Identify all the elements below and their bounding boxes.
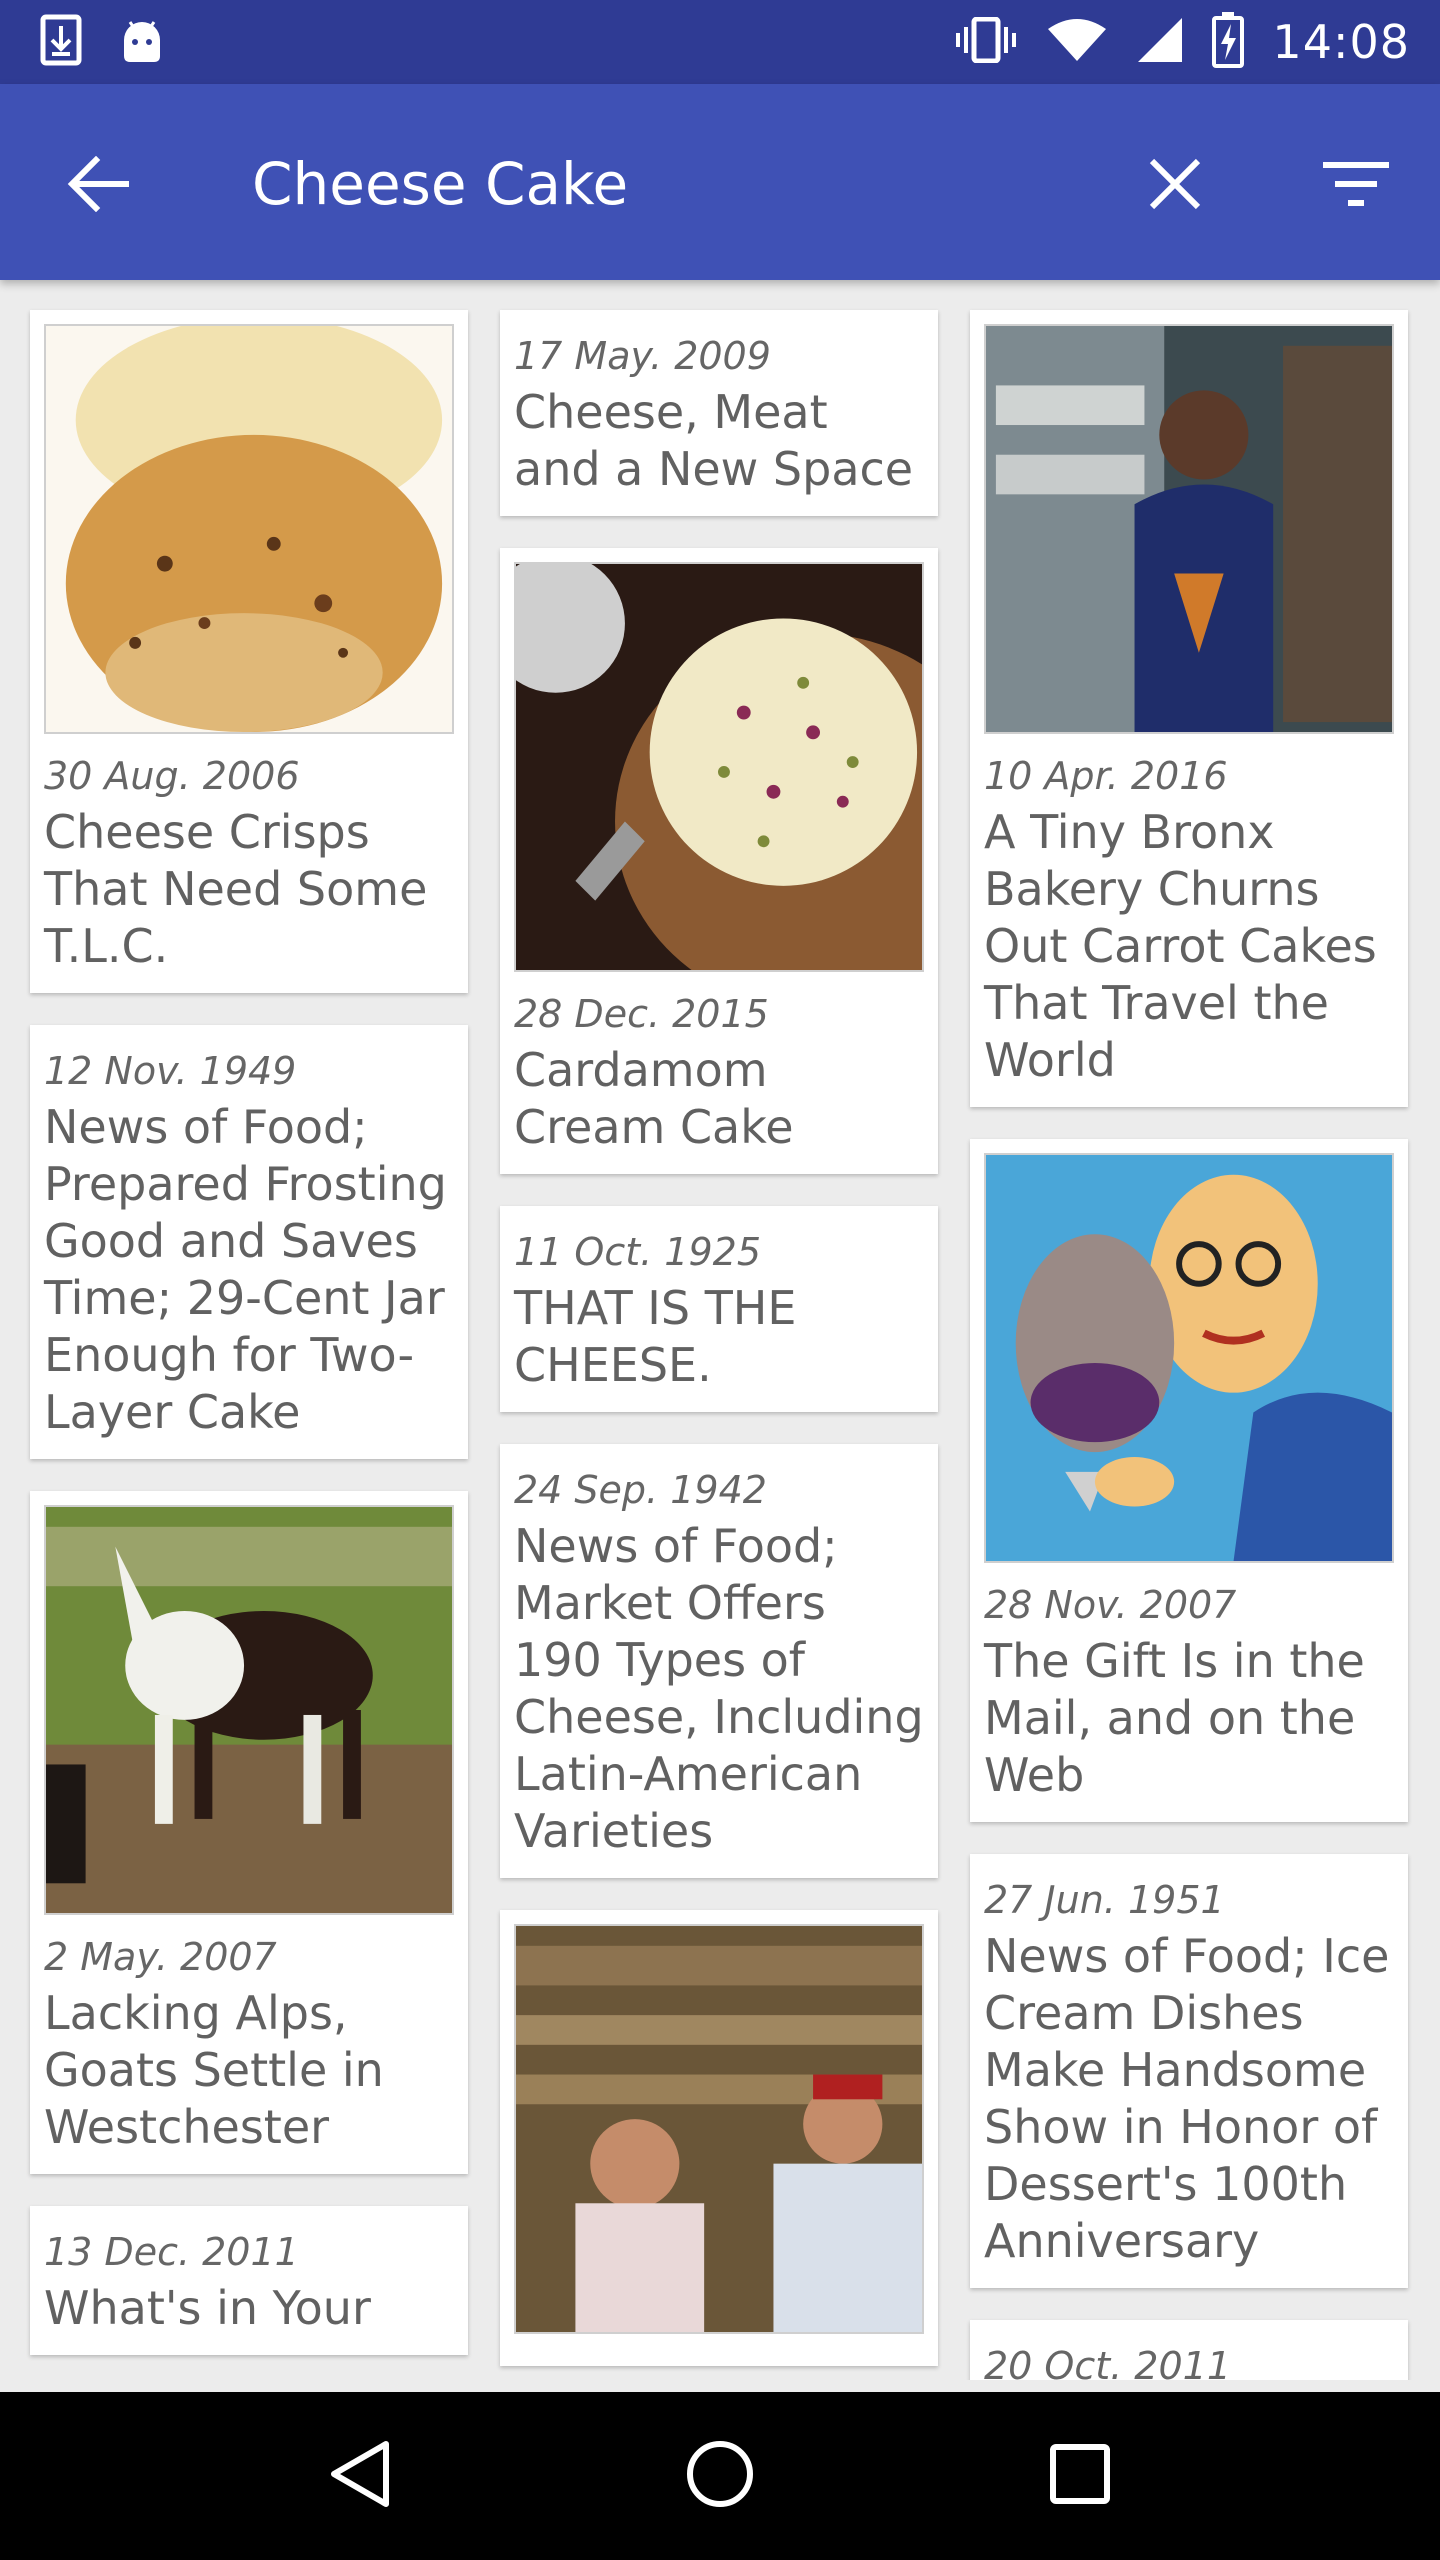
article-date: 30 Aug. 2006 <box>44 754 300 798</box>
article-date: 28 Nov. 2007 <box>984 1583 1237 1627</box>
article-card[interactable]: 27 Jun. 1951 News of Food; Ice Cream Dis… <box>970 1854 1408 2288</box>
article-date: 12 Nov. 1949 <box>44 1049 297 1093</box>
nav-back-button[interactable] <box>305 2421 415 2531</box>
search-query-text[interactable]: Cheese Cake <box>252 144 628 224</box>
wifi-icon <box>1046 17 1108 67</box>
download-icon <box>40 14 82 70</box>
article-date: 2 May. 2007 <box>44 1935 277 1979</box>
article-card[interactable]: 12 Nov. 1949 News of Food; Prepared Fros… <box>30 1025 468 1459</box>
grid-column-3: 10 Apr. 2016 A Tiny Bronx Bakery Churns … <box>970 310 1408 2380</box>
article-date: 27 Jun. 1951 <box>984 1878 1225 1922</box>
arrow-back-icon <box>66 155 130 216</box>
navigation-bar <box>0 2392 1440 2560</box>
article-date: 11 Oct. 1925 <box>514 1230 761 1274</box>
grid-column-1: 30 Aug. 2006 Cheese Crisps That Need Som… <box>30 310 468 2380</box>
article-card[interactable]: 30 Aug. 2006 Cheese Crisps That Need Som… <box>30 310 468 993</box>
article-title: News of Food; Ice Cream Dishes Make Hand… <box>984 1929 1390 2268</box>
article-date: 20 Oct. 2011 <box>984 2344 1231 2380</box>
article-card[interactable]: 17 May. 2009 Cheese, Meat and a New Spac… <box>500 310 938 516</box>
status-bar: 14:08 <box>0 0 1440 84</box>
nav-recents-icon <box>1050 2444 1110 2508</box>
article-date: 24 Sep. 1942 <box>514 1468 767 1512</box>
article-card[interactable]: 24 Sep. 1942 News of Food; Market Offers… <box>500 1444 938 1878</box>
article-title: Cheese Crisps That Need Some T.L.C. <box>44 805 428 973</box>
vibrate-icon <box>954 16 1018 67</box>
article-title: Lacking Alps, Goats Settle in Westcheste… <box>44 1986 384 2154</box>
nav-home-button[interactable] <box>665 2421 775 2531</box>
back-button[interactable] <box>58 146 138 226</box>
article-title: The Gift Is in the Mail, and on the Web <box>984 1634 1365 1802</box>
cheese-shop-image <box>514 1924 924 2334</box>
battery-charging-icon <box>1212 12 1245 72</box>
article-title: THAT IS THE CHEESE. <box>514 1281 797 1392</box>
app-bar: Cheese Cake <box>0 84 1440 280</box>
article-title: Cardamom Cream Cake <box>514 1043 794 1154</box>
article-grid[interactable]: 30 Aug. 2006 Cheese Crisps That Need Som… <box>0 280 1440 2380</box>
close-icon <box>1148 157 1202 215</box>
nav-back-icon <box>328 2440 392 2512</box>
article-card[interactable]: 28 Nov. 2007 The Gift Is in the Mail, an… <box>970 1139 1408 1822</box>
article-card[interactable]: 11 Oct. 1925 THAT IS THE CHEESE. <box>500 1206 938 1412</box>
article-card[interactable]: 2 May. 2007 Lacking Alps, Goats Settle i… <box>30 1491 468 2174</box>
article-date: 10 Apr. 2016 <box>984 754 1228 798</box>
goat-image <box>44 1505 454 1915</box>
grid-column-2: 17 May. 2009 Cheese, Meat and a New Spac… <box>500 310 938 2380</box>
article-card[interactable]: 20 Oct. 2011 <box>970 2320 1408 2380</box>
article-title: What's in Your <box>44 2281 371 2335</box>
article-card[interactable]: 28 Dec. 2015 Cardamom Cream Cake <box>500 548 938 1174</box>
article-card[interactable]: 13 Dec. 2011 What's in Your <box>30 2206 468 2355</box>
article-title: Cheese, Meat and a New Space <box>514 385 914 496</box>
cardamom-cake-image <box>514 562 924 972</box>
article-title: News of Food; Market Offers 190 Types of… <box>514 1519 924 1858</box>
article-title: A Tiny Bronx Bakery Churns Out Carrot Ca… <box>984 805 1377 1087</box>
signal-icon <box>1136 16 1184 68</box>
status-time: 14:08 <box>1272 15 1410 69</box>
filter-button[interactable] <box>1316 146 1396 226</box>
article-date: 13 Dec. 2011 <box>44 2230 299 2274</box>
filter-icon <box>1323 160 1389 212</box>
clear-search-button[interactable] <box>1135 146 1215 226</box>
nav-home-icon <box>685 2439 755 2513</box>
article-date: 17 May. 2009 <box>514 334 771 378</box>
nav-recents-button[interactable] <box>1025 2421 1135 2531</box>
ice-cream-illustration-image <box>984 1153 1394 1563</box>
android-icon <box>120 16 164 68</box>
bakery-image <box>984 324 1394 734</box>
article-date: 28 Dec. 2015 <box>514 992 769 1036</box>
article-card[interactable] <box>500 1910 938 2366</box>
cheese-crisps-image <box>44 324 454 734</box>
article-title: News of Food; Prepared Frosting Good and… <box>44 1100 447 1439</box>
article-card[interactable]: 10 Apr. 2016 A Tiny Bronx Bakery Churns … <box>970 310 1408 1107</box>
